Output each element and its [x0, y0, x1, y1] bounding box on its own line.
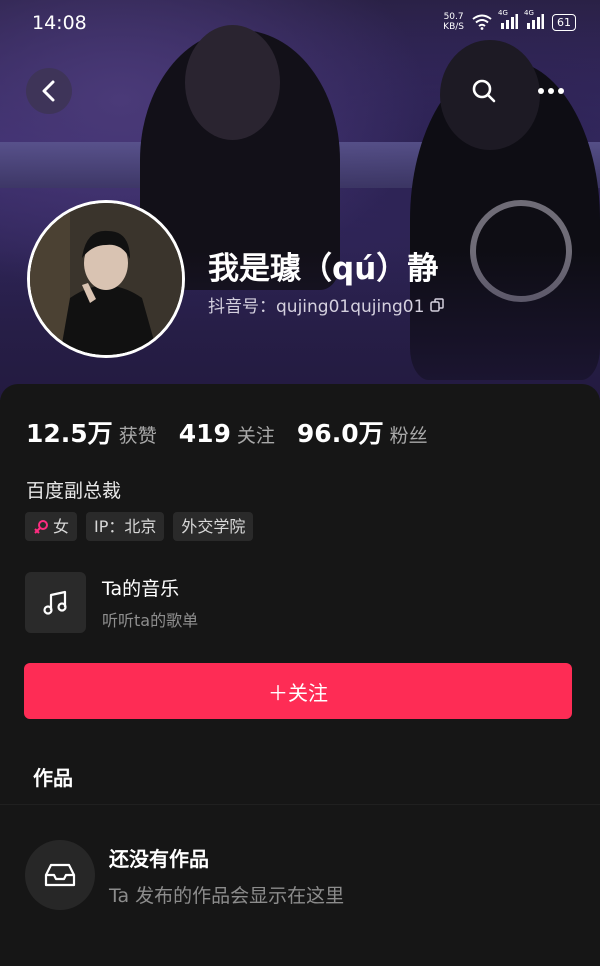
music-entry[interactable]: Ta的音乐 听听ta的歌单	[25, 572, 198, 633]
empty-title: 还没有作品	[109, 846, 209, 871]
music-note-icon	[42, 590, 67, 615]
battery-indicator: 61	[552, 13, 576, 31]
stat-following-value: 419	[178, 419, 231, 448]
signal-2: 4G	[524, 9, 544, 32]
empty-subtitle: Ta 发布的作品会显示在这里	[109, 884, 345, 907]
avatar-portrait	[30, 203, 182, 355]
douyin-id-text: 抖音号：qujing01qujing01	[208, 297, 425, 317]
profile-panel: 12.5万 获赞 419 关注 96.0万 粉丝 百度副总裁 女 IP：北京 外交学院	[0, 384, 600, 966]
profile-name: 我是璩（qú）静	[208, 251, 439, 287]
follow-button[interactable]: ＋关注	[24, 663, 572, 719]
back-button[interactable]	[26, 68, 72, 114]
signal-1: 4G	[498, 9, 518, 32]
works-divider	[0, 804, 600, 805]
wifi-icon	[472, 14, 492, 30]
works-tab[interactable]: 作品	[33, 762, 73, 791]
empty-text: 还没有作品 Ta 发布的作品会显示在这里	[109, 843, 344, 908]
network-speed-value: 50.7	[443, 12, 464, 22]
works-empty-state: 还没有作品 Ta 发布的作品会显示在这里	[25, 840, 344, 910]
more-dots-icon	[538, 88, 564, 94]
profile-bio: 百度副总裁	[26, 480, 122, 502]
copy-icon[interactable]	[430, 297, 445, 312]
stat-followers-label: 粉丝	[389, 425, 428, 447]
profile-stats: 12.5万 获赞 419 关注 96.0万 粉丝	[26, 414, 428, 450]
stat-likes[interactable]: 12.5万 获赞	[26, 414, 157, 450]
chevron-left-icon	[42, 80, 55, 102]
stat-likes-value: 12.5万	[26, 419, 113, 448]
stat-followers[interactable]: 96.0万 粉丝	[297, 414, 428, 450]
network-speed: 50.7 KB/S	[443, 12, 464, 32]
tag-gender-label: 女	[53, 517, 70, 536]
more-button[interactable]	[528, 68, 574, 114]
signal-2-label: 4G	[524, 8, 534, 17]
network-speed-unit: KB/S	[443, 22, 464, 32]
status-indicators: 50.7 KB/S 4G 4G 61	[443, 9, 576, 32]
search-icon	[472, 79, 496, 103]
female-icon	[34, 519, 48, 534]
music-subtitle: 听听ta的歌单	[102, 611, 199, 630]
douyin-id: 抖音号：qujing01qujing01	[208, 292, 445, 317]
status-time: 14:08	[32, 12, 87, 34]
tag-gender: 女	[25, 512, 78, 541]
tag-school[interactable]: 外交学院	[173, 512, 254, 541]
empty-box-icon-wrap	[25, 840, 95, 910]
music-title: Ta的音乐	[102, 578, 180, 600]
signal-1-label: 4G	[498, 8, 508, 17]
avatar[interactable]	[27, 200, 185, 358]
profile-tags: 女 IP：北京 外交学院	[25, 512, 254, 541]
search-button[interactable]	[461, 68, 507, 114]
stat-following-label: 关注	[236, 425, 275, 447]
music-icon-box	[25, 572, 86, 633]
tag-ip: IP：北京	[86, 512, 165, 541]
stat-likes-label: 获赞	[118, 425, 157, 447]
inbox-icon	[44, 863, 76, 887]
stat-followers-value: 96.0万	[296, 419, 384, 448]
music-text: Ta的音乐 听听ta的歌单	[102, 574, 198, 631]
stat-following[interactable]: 419 关注	[179, 419, 275, 448]
status-bar: 14:08 50.7 KB/S 4G 4G 61	[0, 0, 600, 46]
